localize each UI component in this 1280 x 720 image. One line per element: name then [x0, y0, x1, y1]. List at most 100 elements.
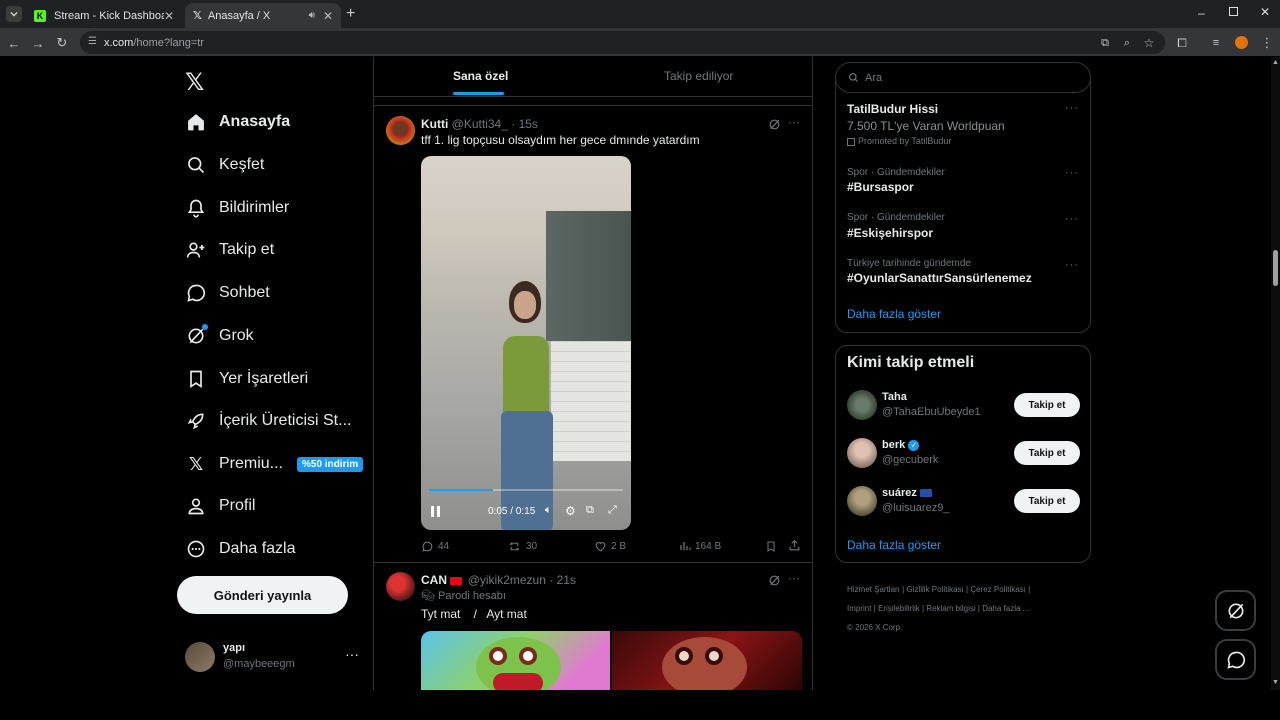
scroll-up-arrow[interactable]: ▲	[1272, 59, 1279, 66]
tab-for-you[interactable]: Sana özel	[453, 69, 508, 83]
minimize-icon[interactable]: –	[1198, 6, 1205, 20]
nav-item-more[interactable]: Daha fazla	[186, 534, 296, 564]
nav-item-notifications[interactable]: Bildirimler	[186, 193, 289, 223]
account-switcher[interactable]: yapı @maybeeegm ···	[185, 640, 365, 674]
follow-button[interactable]: Takip et	[1014, 441, 1080, 465]
tweet-author-name[interactable]: CAN	[421, 573, 447, 587]
browser-tab-x[interactable]: 𝕏 Anasayfa / X 🔊︎ ✕	[185, 3, 341, 28]
profile-avatar[interactable]	[1235, 36, 1248, 49]
tweet[interactable]: CAN @yikik2mezun · 21s ··· 🎭︎ Parodi hes…	[374, 563, 812, 690]
footer-link[interactable]: Daha fazla ...	[982, 604, 1029, 613]
site-info-icon[interactable]: ☰	[88, 36, 97, 47]
trend-item[interactable]: TatilBudur Hissi 7.500 TL'ye Varan World…	[847, 102, 1077, 148]
more-dots-icon[interactable]: ···	[788, 571, 800, 585]
show-more-trends-link[interactable]: Daha fazla göster	[847, 307, 941, 321]
like-count: 2 B	[611, 541, 627, 552]
footer-link[interactable]: Erişilebilirlik	[878, 604, 920, 613]
close-icon[interactable]: ✕	[323, 9, 333, 23]
scrollbar-thumb[interactable]	[1273, 250, 1278, 286]
avatar	[847, 390, 877, 420]
volume-icon[interactable]: 🔈︎	[545, 504, 552, 517]
footer-link[interactable]: Çerez Politikası	[970, 585, 1026, 594]
follow-button[interactable]: Takip et	[1014, 393, 1080, 417]
tweet[interactable]: Kutti @Kutti34_ · 15s ··· tff 1. lig top…	[374, 106, 812, 563]
settings-icon[interactable]: ⚙︎	[565, 504, 576, 518]
follow-button[interactable]: Takip et	[1014, 489, 1080, 513]
footer-link[interactable]: Gizlilik Politikası	[906, 585, 963, 594]
x-logo-icon[interactable]: 𝕏	[185, 68, 204, 97]
tweet-handle[interactable]: @Kutti34_	[452, 117, 508, 131]
grok-icon[interactable]	[768, 118, 781, 131]
new-tab-button[interactable]: +	[346, 5, 355, 23]
back-icon[interactable]: ←	[4, 33, 24, 53]
close-icon[interactable]: ✕	[164, 9, 174, 23]
speaker-icon[interactable]: 🔊︎	[309, 10, 315, 21]
fullscreen-icon[interactable]: ⤢	[608, 504, 617, 517]
nav-item-follow[interactable]: Takip et	[186, 235, 274, 265]
forward-icon[interactable]: →	[28, 33, 48, 53]
extensions-icon[interactable]: ⧠	[1172, 33, 1192, 53]
trend-name[interactable]: #Bursaspor	[847, 180, 914, 194]
more-dots-icon[interactable]: ···	[345, 646, 359, 662]
nav-label: Anasayfa	[219, 113, 291, 130]
nav-item-grok[interactable]: Grok	[186, 321, 254, 351]
video-progress[interactable]	[429, 489, 623, 491]
more-dots-icon[interactable]: ···	[788, 115, 800, 129]
more-dots-icon[interactable]: ···	[1065, 213, 1079, 225]
footer-link[interactable]: Imprint	[847, 604, 871, 613]
trend-name[interactable]: #OyunlarSanattırSansürlenemez	[847, 271, 1032, 285]
like-button[interactable]: 2 B	[594, 540, 626, 553]
messages-float-button[interactable]	[1215, 639, 1256, 680]
menu-icon[interactable]: ⋮	[1257, 33, 1277, 53]
nav-item-premium[interactable]: 𝕏 Premiu... %50 indirim	[186, 449, 364, 479]
reply-button[interactable]: 44	[421, 540, 449, 553]
avatar[interactable]	[386, 572, 415, 601]
show-more-suggestions-link[interactable]: Daha fazla göster	[847, 538, 941, 552]
bookmark-icon[interactable]	[765, 540, 777, 553]
pause-icon[interactable]	[431, 506, 443, 518]
nav-item-bookmarks[interactable]: Yer İşaretleri	[186, 364, 308, 394]
tweet-header: CAN @yikik2mezun · 21s	[421, 573, 576, 587]
cast-icon[interactable]: ⧉	[1095, 33, 1115, 53]
tweet-video[interactable]: 0:05 / 0:15 🔈︎ ⚙︎ ⧉ ⤢	[421, 156, 631, 530]
browser-tab-kick[interactable]: K Stream - Kick Dashboard ✕	[26, 3, 182, 28]
maximize-icon[interactable]	[1229, 7, 1238, 16]
nav-item-home[interactable]: Anasayfa	[186, 107, 290, 137]
tab-search-button[interactable]	[6, 6, 22, 22]
tweet-handle[interactable]: @yikik2mezun	[468, 573, 546, 587]
tweet-image[interactable]	[421, 631, 610, 690]
footer-link[interactable]: Hizmet Şartları	[847, 585, 900, 594]
post-button[interactable]: Gönderi yayınla	[177, 576, 348, 614]
tweet-author-name[interactable]: Kutti	[421, 117, 448, 131]
footer-link[interactable]: Reklam bilgisi	[926, 604, 975, 613]
star-icon[interactable]: ☆	[1139, 33, 1159, 53]
more-dots-icon[interactable]: ···	[1065, 259, 1079, 271]
more-dots-icon[interactable]: ···	[1065, 102, 1079, 114]
avatar[interactable]	[386, 116, 415, 145]
address-bar[interactable]: ☰ x.com/home?lang=tr	[80, 31, 1165, 54]
grok-icon[interactable]	[768, 574, 781, 587]
reload-icon[interactable]: ↻	[52, 33, 72, 53]
grok-float-button[interactable]	[1215, 590, 1256, 631]
scroll-down-arrow[interactable]: ▼	[1272, 679, 1279, 686]
media-control-icon[interactable]: ≡	[1206, 33, 1226, 53]
tweet-image[interactable]	[612, 631, 802, 690]
views-button[interactable]: 164 B	[679, 540, 721, 552]
footer-links: Hizmet Şartları | Gizlilik Politikası | …	[847, 585, 1031, 632]
tweet-time[interactable]: · 21s	[549, 573, 576, 587]
share-icon[interactable]	[788, 539, 801, 552]
nav-item-profile[interactable]: Profil	[186, 491, 255, 521]
window-close-icon[interactable]: ✕	[1260, 5, 1270, 19]
nav-item-creator-studio[interactable]: İçerik Üreticisi St...	[186, 406, 351, 436]
nav-item-explore[interactable]: Keşfet	[186, 150, 264, 180]
page-scrollbar[interactable]: ▲ ▼	[1271, 57, 1280, 690]
tab-following[interactable]: Takip ediliyor	[664, 69, 733, 83]
retweet-button[interactable]: 30	[508, 540, 537, 553]
nav-item-chat[interactable]: Sohbet	[186, 278, 270, 308]
trend-name[interactable]: #Eskişehirspor	[847, 226, 933, 240]
more-dots-icon[interactable]: ···	[1065, 167, 1079, 179]
zoom-icon[interactable]: ⌕	[1117, 33, 1137, 53]
nav-label: Bildirimler	[219, 199, 290, 216]
pip-icon[interactable]: ⧉	[586, 504, 594, 517]
tweet-time[interactable]: · 15s	[511, 117, 538, 131]
